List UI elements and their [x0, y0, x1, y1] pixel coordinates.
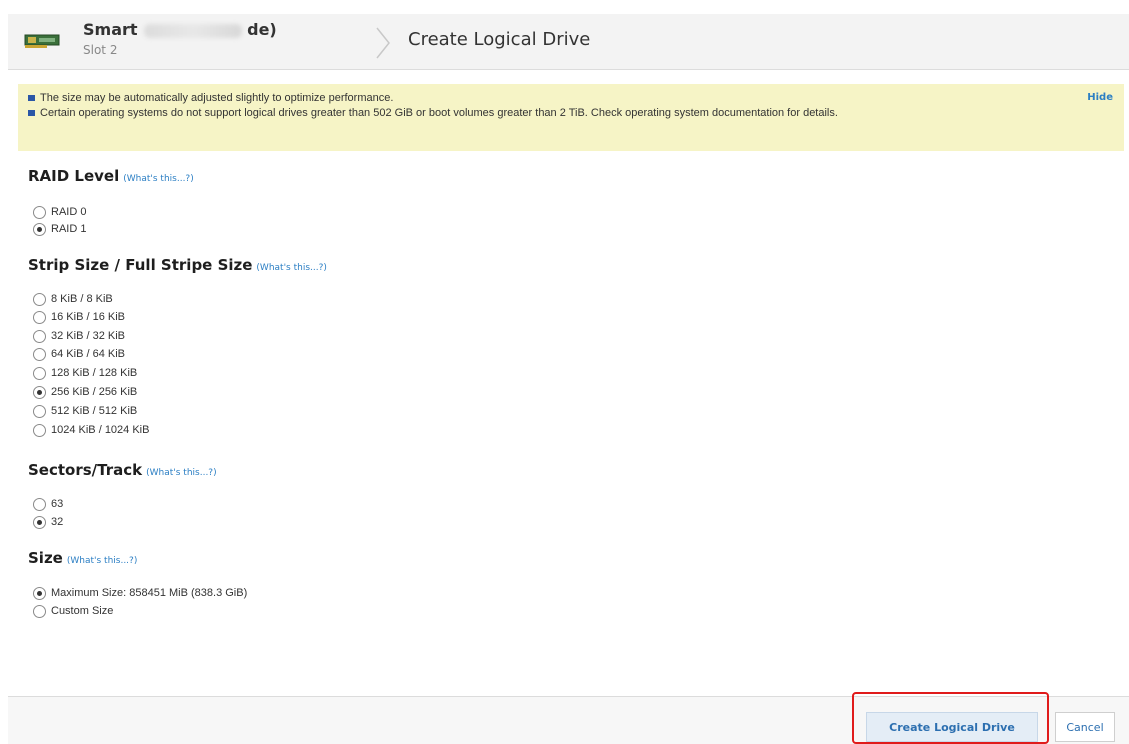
hide-link[interactable]: Hide: [1087, 92, 1113, 103]
bullet-icon: [28, 110, 35, 116]
radio-sectors-32[interactable]: 32: [33, 515, 63, 529]
redacted-text: [143, 23, 242, 38]
create-logical-drive-button[interactable]: Create Logical Drive: [866, 712, 1038, 742]
radio-strip-8[interactable]: 8 KiB / 8 KiB: [33, 292, 113, 306]
radio-button[interactable]: [33, 205, 46, 219]
radio-strip-256[interactable]: 256 KiB / 256 KiB: [33, 385, 137, 399]
radio-button[interactable]: [33, 347, 46, 361]
info-message: Certain operating systems do not support…: [28, 107, 1018, 120]
sectors-track-heading: Sectors/Track (What's this...?): [28, 461, 217, 479]
radio-button[interactable]: [33, 310, 46, 324]
page-title: Create Logical Drive: [408, 29, 591, 50]
radio-button[interactable]: [33, 497, 46, 511]
radio-button[interactable]: [33, 604, 46, 618]
raid-level-heading: RAID Level (What's this...?): [28, 167, 194, 185]
radio-button[interactable]: [33, 404, 46, 418]
controller-name: Smart de): [83, 20, 277, 39]
radio-button[interactable]: [33, 222, 46, 236]
radio-strip-512[interactable]: 512 KiB / 512 KiB: [33, 404, 137, 418]
controller-slot: Slot 2: [83, 43, 118, 57]
bullet-icon: [28, 95, 35, 101]
radio-strip-16[interactable]: 16 KiB / 16 KiB: [33, 310, 125, 324]
radio-strip-128[interactable]: 128 KiB / 128 KiB: [33, 366, 137, 380]
strip-help-link[interactable]: (What's this...?): [256, 263, 326, 273]
radio-raid-0[interactable]: RAID 0: [33, 205, 86, 219]
radio-button[interactable]: [33, 515, 46, 529]
info-notice: The size may be automatically adjusted s…: [18, 84, 1124, 151]
radio-button[interactable]: [33, 292, 46, 306]
radio-button[interactable]: [33, 586, 46, 600]
radio-button[interactable]: [33, 385, 46, 399]
radio-strip-32[interactable]: 32 KiB / 32 KiB: [33, 329, 125, 343]
radio-strip-1024[interactable]: 1024 KiB / 1024 KiB: [33, 423, 149, 437]
radio-size-maximum[interactable]: Maximum Size: 858451 MiB (838.3 GiB): [33, 586, 247, 600]
radio-button[interactable]: [33, 423, 46, 437]
info-messages: The size may be automatically adjusted s…: [18, 84, 1124, 120]
breadcrumb-chevron-icon: [376, 27, 390, 59]
raid-help-link[interactable]: (What's this...?): [123, 174, 193, 184]
radio-sectors-63[interactable]: 63: [33, 497, 63, 511]
radio-strip-64[interactable]: 64 KiB / 64 KiB: [33, 347, 125, 361]
cancel-button[interactable]: Cancel: [1055, 712, 1115, 742]
radio-size-custom[interactable]: Custom Size: [33, 604, 113, 618]
radio-button[interactable]: [33, 366, 46, 380]
size-help-link[interactable]: (What's this...?): [67, 556, 137, 566]
radio-raid-1[interactable]: RAID 1: [33, 222, 86, 236]
sectors-help-link[interactable]: (What's this...?): [146, 468, 216, 478]
info-message: The size may be automatically adjusted s…: [28, 92, 1018, 105]
strip-size-heading: Strip Size / Full Stripe Size (What's thi…: [28, 256, 327, 274]
size-heading: Size (What's this...?): [28, 549, 138, 567]
controller-card-icon: [24, 34, 60, 48]
radio-button[interactable]: [33, 329, 46, 343]
page-header: Smart de) Slot 2 Create Logical Drive: [8, 14, 1129, 70]
top-caption-strip: [0, 0, 1129, 14]
